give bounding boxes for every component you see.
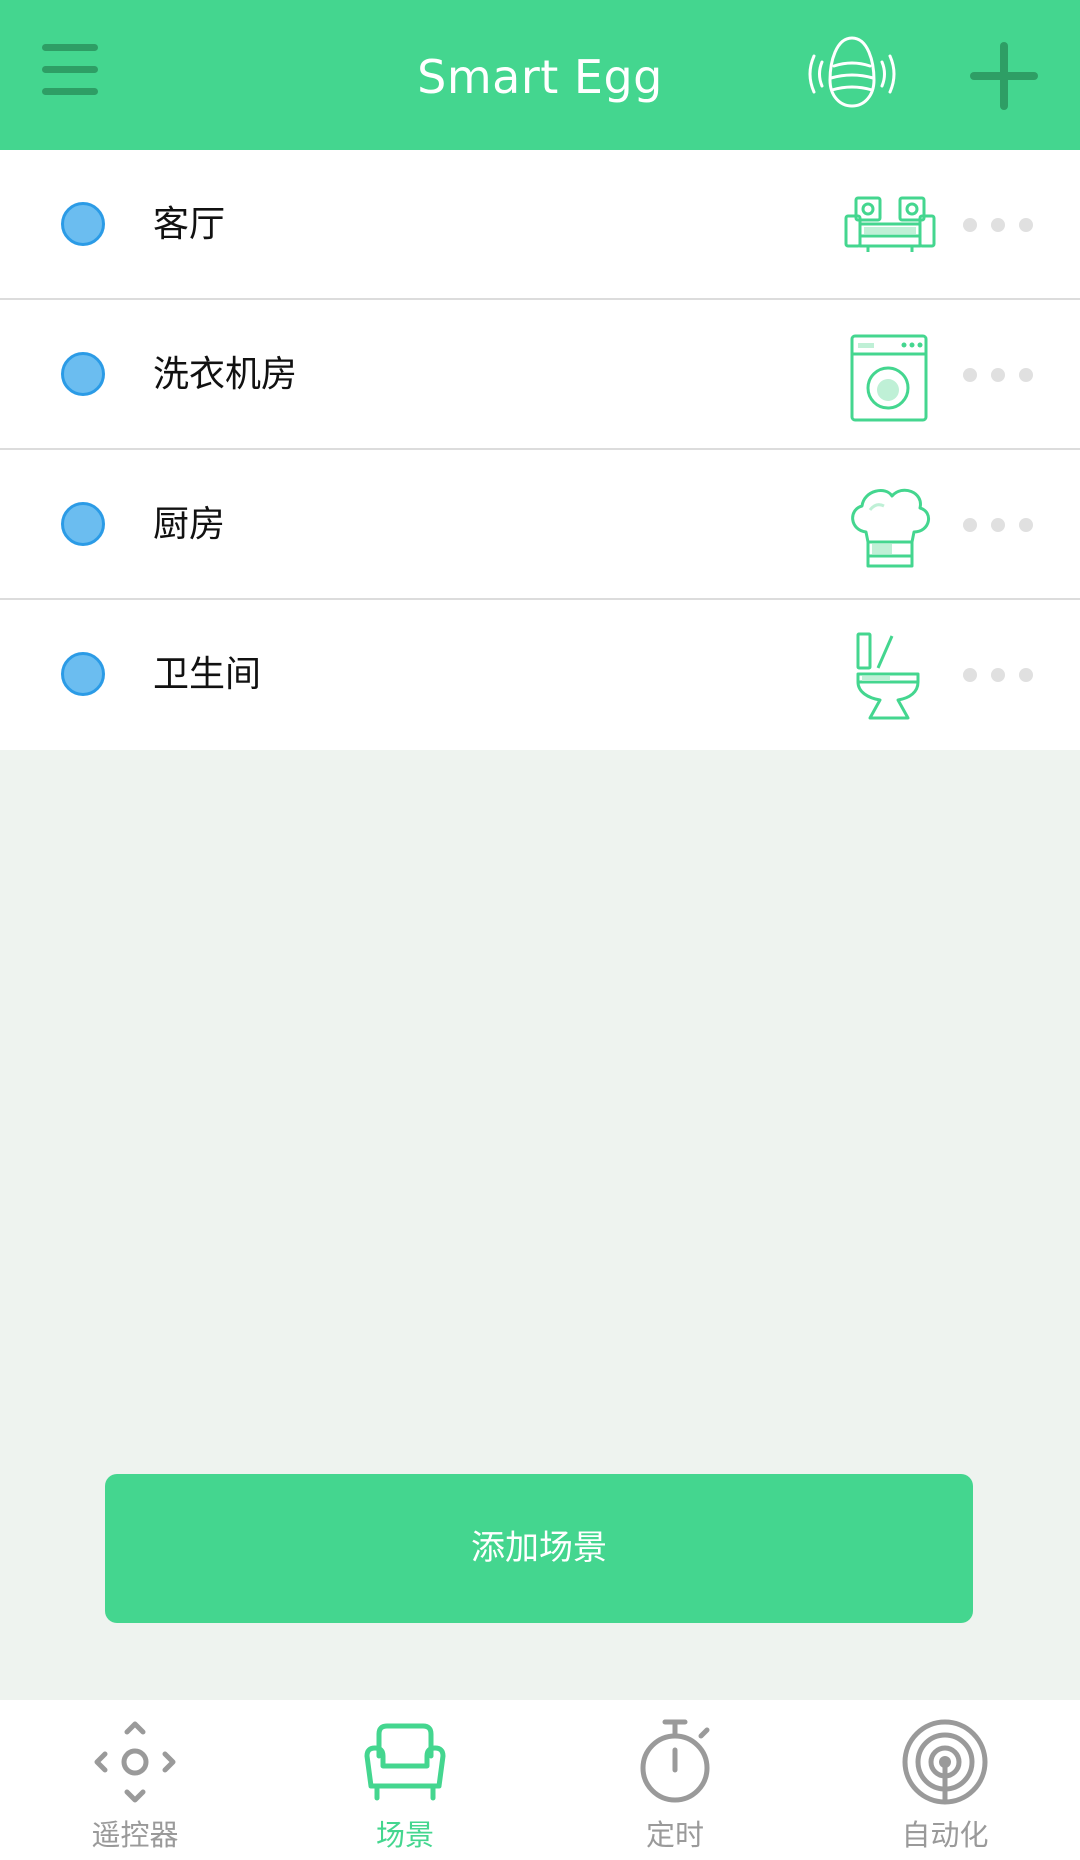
scene-row-kitchen[interactable]: 厨房: [0, 450, 1080, 600]
target-signal-icon: [902, 1719, 988, 1805]
tab-timer[interactable]: 定时: [540, 1700, 810, 1860]
tab-label: 遥控器: [91, 1818, 179, 1852]
scene-status-dot: [61, 652, 105, 696]
scene-label: 洗衣机房: [153, 354, 298, 395]
scene-row-laundry-room[interactable]: 洗衣机房: [0, 300, 1080, 450]
scene-label: 厨房: [153, 504, 226, 545]
tab-scenes[interactable]: 场景: [270, 1700, 540, 1860]
stopwatch-icon: [640, 1719, 710, 1803]
more-options-icon[interactable]: [958, 510, 1038, 540]
scene-label: 客厅: [153, 204, 226, 245]
living-room-sofa-icon: [844, 196, 936, 252]
armchair-icon: [364, 1723, 446, 1801]
tab-label: 场景: [375, 1818, 434, 1852]
smart-egg-signal-icon[interactable]: [800, 30, 904, 120]
scene-status-dot: [61, 202, 105, 246]
more-options-icon[interactable]: [958, 660, 1038, 690]
tab-remote[interactable]: 遥控器: [0, 1700, 270, 1860]
tab-label: 定时: [645, 1818, 704, 1852]
app-title: Smart Egg: [417, 50, 663, 104]
tab-automation[interactable]: 自动化: [810, 1700, 1080, 1860]
remote-dpad-icon: [94, 1721, 176, 1803]
scene-status-dot: [61, 502, 105, 546]
chef-hat-icon: [851, 488, 930, 568]
top-app-bar: Smart Egg: [0, 0, 1080, 150]
add-scene-button[interactable]: 添加场景: [105, 1474, 973, 1623]
scene-label: 卫生间: [153, 654, 262, 695]
scene-row-bathroom[interactable]: 卫生间: [0, 600, 1080, 750]
toilet-icon: [856, 632, 920, 720]
scene-status-dot: [61, 352, 105, 396]
tab-label: 自动化: [901, 1818, 989, 1852]
scene-row-living-room[interactable]: 客厅: [0, 150, 1080, 300]
more-options-icon[interactable]: [958, 360, 1038, 390]
bottom-tab-bar: 遥控器 场景 定时 自动化: [0, 1700, 1080, 1860]
more-options-icon[interactable]: [958, 210, 1038, 240]
scene-list: 客厅 洗衣机房 厨房 卫生间: [0, 150, 1080, 750]
plus-icon[interactable]: [964, 36, 1044, 116]
washing-machine-icon: [850, 334, 928, 422]
